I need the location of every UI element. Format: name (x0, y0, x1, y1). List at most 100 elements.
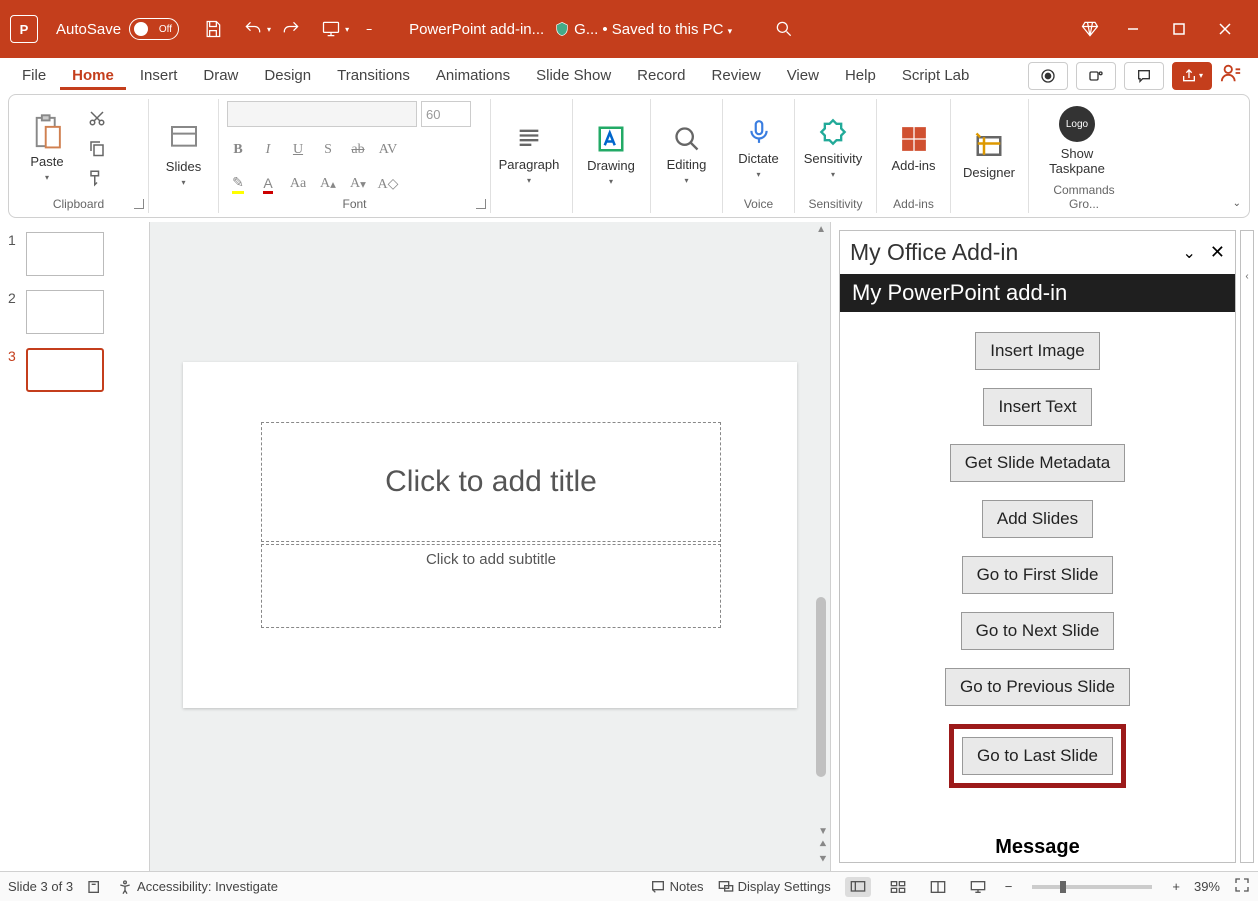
designer-button[interactable]: Designer (959, 131, 1019, 180)
slide-counter[interactable]: Slide 3 of 3 (8, 879, 73, 894)
slides-button[interactable]: Slides ▾ (157, 123, 210, 187)
tab-home[interactable]: Home (60, 61, 126, 90)
editing-button[interactable]: Editing▾ (659, 125, 714, 185)
tab-design[interactable]: Design (252, 61, 323, 90)
normal-view-button[interactable] (845, 877, 871, 897)
change-case-button[interactable]: Aa (287, 173, 309, 195)
go-prev-slide-button[interactable]: Go to Previous Slide (945, 668, 1130, 706)
addins-button[interactable]: Add-ins (885, 124, 942, 173)
prev-slide-icon[interactable]: ⯅ (818, 837, 828, 852)
undo-icon[interactable] (241, 17, 265, 41)
slide-thumbnail-2[interactable] (26, 290, 104, 334)
subtitle-placeholder[interactable]: Click to add subtitle (261, 544, 721, 628)
display-settings-button[interactable]: Display Settings (718, 879, 831, 895)
format-painter-icon[interactable] (83, 166, 111, 190)
ribbon-collapse-icon[interactable]: ⌄ (1233, 198, 1241, 209)
strikethrough-button[interactable]: ab (347, 139, 369, 161)
font-size-select[interactable]: 60 (421, 101, 471, 127)
add-slides-button[interactable]: Add Slides (982, 500, 1093, 538)
drawing-button[interactable]: Drawing▾ (581, 124, 641, 186)
tab-record[interactable]: Record (625, 61, 697, 90)
accessibility-button[interactable]: Accessibility: Investigate (117, 879, 278, 895)
sorter-view-button[interactable] (885, 877, 911, 897)
tab-help[interactable]: Help (833, 61, 888, 90)
camera-record-button[interactable] (1028, 62, 1068, 90)
character-spacing-button[interactable]: AV (377, 139, 399, 161)
tab-slideshow[interactable]: Slide Show (524, 61, 623, 90)
underline-button[interactable]: U (287, 139, 309, 161)
zoom-handle[interactable] (1060, 881, 1066, 893)
dictate-button[interactable]: Dictate▾ (731, 117, 786, 179)
notes-button[interactable]: Notes (650, 879, 704, 895)
get-metadata-button[interactable]: Get Slide Metadata (950, 444, 1126, 482)
maximize-button[interactable] (1156, 13, 1202, 45)
reading-view-button[interactable] (925, 877, 951, 897)
fit-to-window-button[interactable] (1234, 877, 1250, 896)
undo-dropdown-icon[interactable]: ▾ (267, 25, 271, 34)
save-status[interactable]: • Saved to this PC ▾ (602, 21, 732, 38)
sensitivity-short[interactable]: G... (574, 21, 598, 38)
taskpane-collapse-handle[interactable]: ‹ (1240, 230, 1254, 863)
close-button[interactable] (1202, 13, 1248, 45)
zoom-slider[interactable] (1032, 885, 1152, 889)
language-button[interactable] (87, 879, 103, 895)
highlight-button[interactable]: ✎ (227, 173, 249, 195)
save-icon[interactable] (201, 17, 225, 41)
paste-button[interactable]: Paste ▾ (17, 114, 77, 182)
font-family-select[interactable] (227, 101, 417, 127)
autosave-toggle[interactable]: Off (129, 18, 179, 40)
slideshow-view-button[interactable] (965, 877, 991, 897)
tab-view[interactable]: View (775, 61, 831, 90)
italic-button[interactable]: I (257, 139, 279, 161)
taskpane-options-icon[interactable]: ⌄ (1183, 243, 1196, 263)
clipboard-dialog-launcher[interactable] (134, 199, 144, 209)
shrink-font-button[interactable]: A▾ (347, 173, 369, 195)
account-icon[interactable] (1220, 62, 1248, 89)
tab-review[interactable]: Review (700, 61, 773, 90)
slide-thumbnail-3[interactable] (26, 348, 104, 392)
font-dialog-launcher[interactable] (476, 199, 486, 209)
clear-format-button[interactable]: A◇ (377, 173, 399, 195)
insert-image-button[interactable]: Insert Image (975, 332, 1100, 370)
grow-font-button[interactable]: A▴ (317, 173, 339, 195)
minimize-button[interactable] (1110, 13, 1156, 45)
paragraph-button[interactable]: Paragraph▾ (499, 125, 559, 185)
scroll-down-icon[interactable]: ▼ (818, 826, 828, 837)
customize-qat-icon[interactable]: ⎯ (357, 17, 381, 41)
comments-button[interactable] (1124, 62, 1164, 90)
tab-animations[interactable]: Animations (424, 61, 522, 90)
tab-scriptlab[interactable]: Script Lab (890, 61, 982, 90)
show-taskpane-button[interactable]: LogoShow Taskpane (1037, 106, 1117, 176)
taskpane-close-icon[interactable]: ✕ (1210, 242, 1225, 263)
next-slide-icon[interactable]: ⯆ (818, 852, 828, 867)
slide-thumbnail-1[interactable] (26, 232, 104, 276)
go-first-slide-button[interactable]: Go to First Slide (962, 556, 1114, 594)
tab-file[interactable]: File (10, 61, 58, 90)
sensitivity-button[interactable]: Sensitivity▾ (803, 117, 863, 179)
vertical-scrollbar[interactable] (816, 597, 826, 777)
zoom-out-button[interactable]: − (1005, 879, 1013, 894)
insert-text-button[interactable]: Insert Text (983, 388, 1091, 426)
shadow-button[interactable]: S (317, 139, 339, 161)
cut-icon[interactable] (83, 106, 111, 130)
diamond-icon[interactable] (1078, 17, 1102, 41)
zoom-in-button[interactable]: + (1172, 879, 1180, 894)
redo-icon[interactable] (279, 17, 303, 41)
go-next-slide-button[interactable]: Go to Next Slide (961, 612, 1115, 650)
scroll-up-icon[interactable]: ▲ (816, 224, 826, 235)
font-color-button[interactable]: A (257, 173, 279, 195)
bold-button[interactable]: B (227, 139, 249, 161)
tab-draw[interactable]: Draw (191, 61, 250, 90)
title-placeholder[interactable]: Click to add title (261, 422, 721, 542)
zoom-level[interactable]: 39% (1194, 879, 1220, 894)
tab-transitions[interactable]: Transitions (325, 61, 422, 90)
present-dropdown-icon[interactable]: ▾ (345, 25, 349, 34)
search-icon[interactable] (772, 17, 796, 41)
slide-canvas[interactable]: Click to add title Click to add subtitle (183, 362, 797, 708)
present-from-start-icon[interactable] (319, 17, 343, 41)
go-last-slide-button[interactable]: Go to Last Slide (962, 737, 1113, 775)
teams-button[interactable] (1076, 62, 1116, 90)
share-button[interactable]: ▾ (1172, 62, 1212, 90)
copy-icon[interactable] (83, 136, 111, 160)
tab-insert[interactable]: Insert (128, 61, 190, 90)
